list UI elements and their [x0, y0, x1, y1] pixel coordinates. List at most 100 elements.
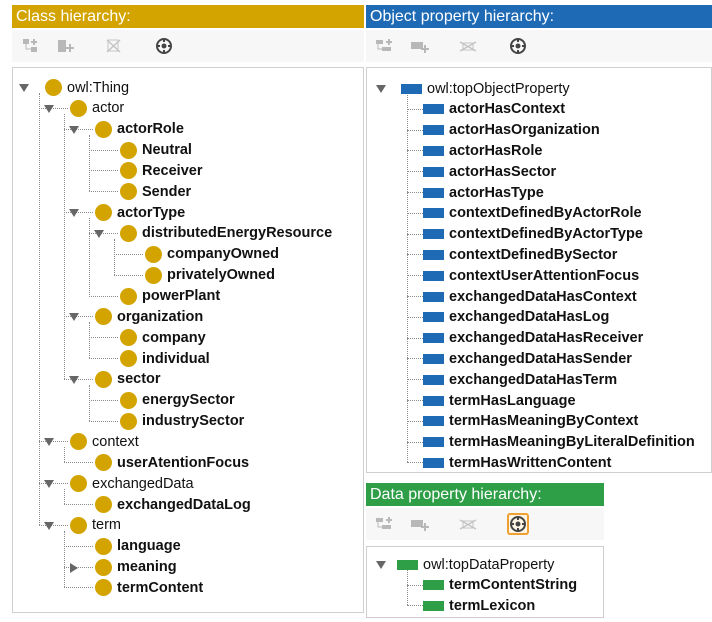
object-property-add-sibling-property-button[interactable]	[409, 35, 431, 57]
expand-toggle-icon[interactable]	[44, 104, 54, 114]
class-node[interactable]: Neutral	[120, 140, 192, 161]
object-property-node[interactable]: termHasMeaningByContext	[423, 411, 638, 432]
data-property-add-subproperty-button[interactable]	[374, 513, 396, 535]
object-property-node[interactable]: actorHasSector	[423, 161, 556, 182]
object-property-node[interactable]: contextDefinedByActorType	[423, 224, 643, 245]
class-node[interactable]: userAtentionFocus	[95, 452, 249, 473]
object-property-node[interactable]: actorHasRole	[423, 140, 542, 161]
class-node[interactable]: exchangedData	[70, 473, 194, 494]
class-hierarchy-title: Class hierarchy:	[16, 8, 131, 25]
class-node[interactable]: actorRole	[95, 119, 184, 140]
class-node[interactable]: distributedEnergyResource	[120, 223, 332, 244]
class-add-sibling-class-button[interactable]	[55, 35, 77, 57]
collapsed-toggle-icon[interactable]	[69, 562, 79, 573]
object-property-node[interactable]: actorHasOrganization	[423, 120, 600, 141]
find-usage-icon	[509, 37, 527, 55]
tree-node-label: termHasLanguage	[449, 392, 576, 409]
class-node[interactable]: company	[120, 327, 206, 348]
tree-node-label: exchangedDataHasContext	[449, 288, 637, 305]
expand-toggle-icon[interactable]	[19, 83, 29, 93]
class-node[interactable]: termContent	[95, 577, 203, 598]
class-node[interactable]: actor	[70, 98, 124, 119]
class-node[interactable]: individual	[120, 348, 210, 369]
add-subproperty-icon	[375, 516, 395, 532]
data-property-node[interactable]: owl:topDataProperty	[397, 554, 554, 575]
add-subclass-icon	[22, 38, 40, 54]
data-property-node[interactable]: termContentString	[423, 575, 577, 596]
class-find-usage-button[interactable]	[153, 35, 175, 57]
tree-connector	[89, 337, 118, 339]
tree-node-label: owl:Thing	[67, 79, 130, 96]
class-hierarchy-tree[interactable]: owl:Thing actor actorRole Neutral Receiver Se…	[12, 67, 364, 613]
expand-toggle-icon[interactable]	[44, 437, 54, 447]
class-icon	[95, 558, 112, 576]
delete-class-icon	[105, 38, 123, 54]
object-property-icon	[423, 229, 444, 240]
tree-connector	[114, 253, 143, 255]
class-add-subclass-button[interactable]	[20, 35, 42, 57]
expand-toggle-icon[interactable]	[44, 521, 54, 531]
object-property-node[interactable]: actorHasType	[423, 182, 544, 203]
class-node[interactable]: industrySector	[120, 411, 244, 432]
expand-toggle-icon[interactable]	[69, 375, 79, 385]
tree-node-label: sector	[117, 371, 161, 388]
class-node[interactable]: energySector	[120, 390, 235, 411]
class-node[interactable]: companyOwned	[145, 244, 279, 265]
object-property-node[interactable]: contextDefinedBySector	[423, 244, 617, 265]
object-property-node[interactable]: exchangedDataHasSender	[423, 348, 632, 369]
class-delete-class-button[interactable]	[103, 35, 125, 57]
data-property-find-usage-button[interactable]	[507, 513, 529, 535]
object-property-toolbar	[366, 30, 712, 62]
class-node[interactable]: language	[95, 536, 181, 557]
class-node[interactable]: sector	[95, 369, 161, 390]
tree-connector	[407, 92, 408, 463]
expand-toggle-icon[interactable]	[69, 312, 79, 322]
data-property-node[interactable]: termLexicon	[423, 595, 535, 616]
class-node[interactable]: owl:Thing	[45, 77, 129, 98]
data-property-tree[interactable]: owl:topDataProperty termContentString term…	[366, 546, 604, 618]
data-property-delete-property-button[interactable]	[457, 513, 479, 535]
expand-toggle-icon[interactable]	[94, 229, 104, 239]
object-property-node[interactable]: exchangedDataHasContext	[423, 286, 637, 307]
object-property-node[interactable]: termHasWrittenContent	[423, 452, 611, 472]
object-property-icon	[423, 187, 444, 198]
object-property-node[interactable]: exchangedDataHasTerm	[423, 369, 617, 390]
object-property-node[interactable]: owl:topObjectProperty	[401, 78, 570, 99]
object-property-node[interactable]: exchangedDataHasReceiver	[423, 328, 643, 349]
class-node[interactable]: meaning	[95, 557, 177, 578]
find-usage-icon	[155, 37, 173, 55]
object-property-node[interactable]: actorHasContext	[423, 99, 565, 120]
class-node[interactable]: term	[70, 515, 121, 536]
tree-connector	[407, 358, 423, 360]
class-node[interactable]: organization	[95, 306, 203, 327]
data-property-add-sibling-property-button[interactable]	[409, 513, 431, 535]
tree-node-label: exchangedDataHasTerm	[449, 371, 618, 388]
class-node[interactable]: powerPlant	[120, 286, 220, 307]
expand-toggle-icon[interactable]	[376, 84, 386, 94]
expand-toggle-icon[interactable]	[376, 560, 386, 570]
object-property-add-subproperty-button[interactable]	[374, 35, 396, 57]
object-property-icon	[423, 437, 444, 448]
expand-toggle-icon[interactable]	[44, 479, 54, 489]
expand-toggle-icon[interactable]	[69, 208, 79, 218]
object-property-node[interactable]: contextDefinedByActorRole	[423, 203, 642, 224]
object-property-node[interactable]: exchangedDataHasLog	[423, 307, 609, 328]
tree-node-label: owl:topObjectProperty	[427, 80, 570, 97]
class-icon	[95, 308, 112, 326]
class-node[interactable]: actorType	[95, 202, 185, 223]
object-property-node[interactable]: termHasMeaningByLiteralDefinition	[423, 432, 695, 453]
object-property-node[interactable]: contextUserAttentionFocus	[423, 265, 639, 286]
class-node[interactable]: context	[70, 431, 139, 452]
class-node[interactable]: exchangedDataLog	[95, 494, 251, 515]
object-property-tree[interactable]: owl:topObjectProperty actorHasContext acto…	[366, 67, 712, 473]
class-icon	[95, 579, 112, 597]
object-property-node[interactable]: termHasLanguage	[423, 390, 576, 411]
tree-node-label: Sender	[142, 183, 192, 200]
tree-node-label: energySector	[142, 392, 235, 409]
class-node[interactable]: Receiver	[120, 160, 202, 181]
expand-toggle-icon[interactable]	[69, 125, 79, 135]
object-property-delete-property-button[interactable]	[457, 35, 479, 57]
object-property-find-usage-button[interactable]	[507, 35, 529, 57]
class-node[interactable]: privatelyOwned	[145, 265, 275, 286]
class-node[interactable]: Sender	[120, 181, 191, 202]
